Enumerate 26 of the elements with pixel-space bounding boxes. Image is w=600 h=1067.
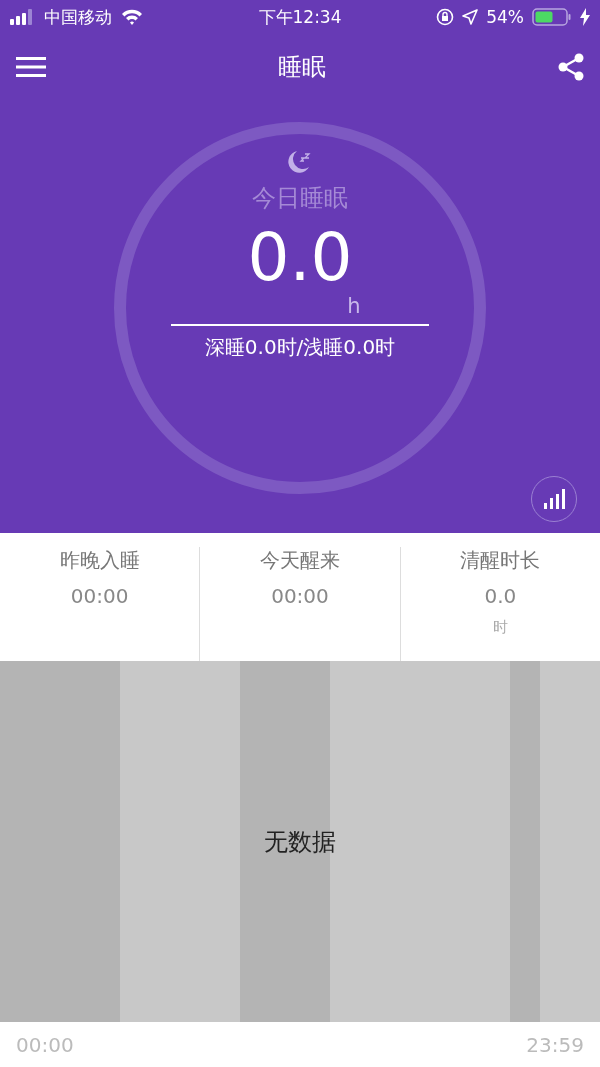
- axis-label: 23:59: [526, 1032, 584, 1057]
- stat-label: 清醒时长: [460, 547, 541, 574]
- share-button[interactable]: [558, 53, 584, 81]
- stat-unit: 时: [492, 618, 508, 637]
- stat-label: 昨晚入睡: [59, 547, 140, 574]
- battery-icon: [532, 8, 572, 26]
- rotation-lock-icon: [436, 8, 455, 26]
- carrier-name: 中国移动: [44, 5, 112, 29]
- location-arrow-icon: [462, 9, 479, 25]
- hours-unit: h: [347, 294, 361, 318]
- sleep-hours: 0.0: [247, 218, 353, 297]
- wifi-icon: [120, 8, 144, 26]
- page-title: 睡眠: [278, 52, 326, 83]
- sleep-breakdown: 深睡0.0时/浅睡0.0时: [204, 334, 396, 361]
- menu-button[interactable]: [16, 56, 46, 78]
- stat-label: 今天醒来: [260, 547, 340, 574]
- bar-chart-icon: [543, 489, 565, 509]
- ring-label: 今日睡眠: [252, 183, 348, 214]
- clock-time: 下午12:34: [258, 5, 342, 29]
- stat-value: 00:00: [70, 584, 129, 608]
- charging-bolt-icon: [580, 8, 590, 26]
- stat-value: 00:00: [271, 584, 329, 608]
- empty-message: 无数据: [264, 826, 336, 858]
- battery-percent: 54%: [486, 7, 524, 27]
- stat-value: 0.0: [484, 584, 517, 608]
- axis-label: 00:00: [16, 1032, 74, 1057]
